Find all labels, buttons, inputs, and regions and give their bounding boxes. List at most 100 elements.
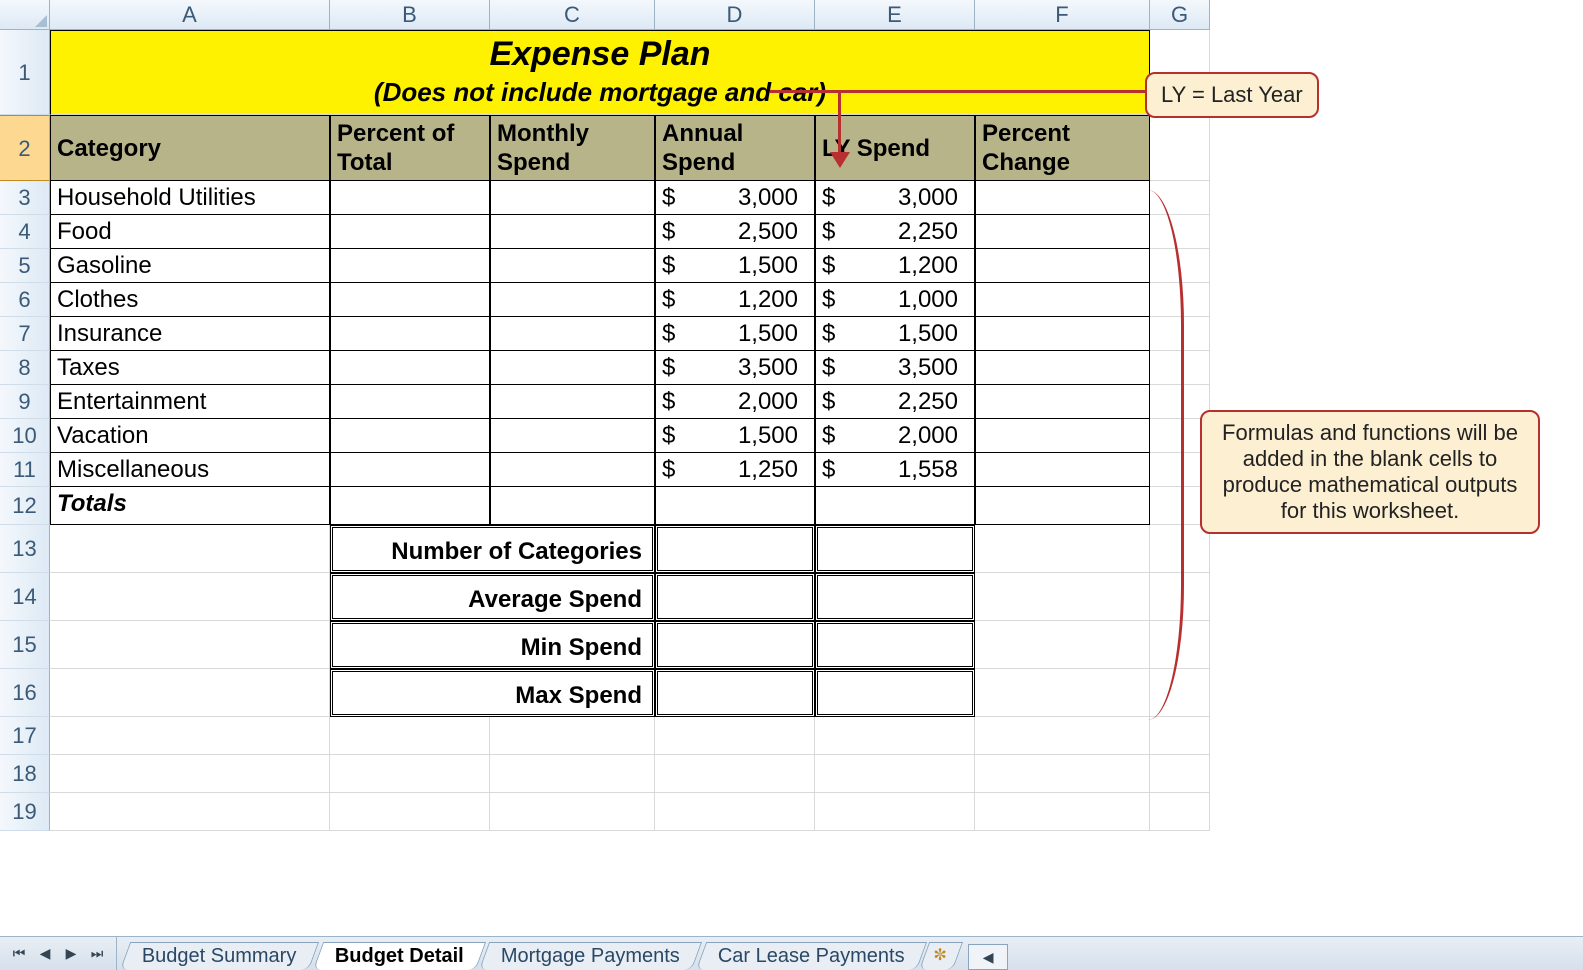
cell-D4[interactable]: $2,500 (655, 215, 815, 249)
row-header-14[interactable]: 14 (0, 573, 50, 621)
sheet-tab-mortgage-payments[interactable]: Mortgage Payments (479, 942, 702, 970)
col-header-B[interactable]: B (330, 0, 490, 30)
cell-E9[interactable]: $2,250 (815, 385, 975, 419)
cell-F6[interactable] (975, 283, 1150, 317)
cell-C17[interactable] (490, 717, 655, 755)
cell-F14[interactable] (975, 573, 1150, 621)
row-header-5[interactable]: 5 (0, 249, 50, 283)
stat-label-13[interactable]: Number of Categories (330, 525, 655, 573)
sheet-tab-budget-summary[interactable]: Budget Summary (120, 942, 319, 970)
cell-A13[interactable] (50, 525, 330, 573)
cell-B5[interactable] (330, 249, 490, 283)
cell-A14[interactable] (50, 573, 330, 621)
row-header-17[interactable]: 17 (0, 717, 50, 755)
cell-A18[interactable] (50, 755, 330, 793)
cell-A16[interactable] (50, 669, 330, 717)
row-header-11[interactable]: 11 (0, 453, 50, 487)
cell-B17[interactable] (330, 717, 490, 755)
cell-C9[interactable] (490, 385, 655, 419)
cell-D16[interactable] (655, 669, 815, 717)
row-header-4[interactable]: 4 (0, 215, 50, 249)
cell-D11[interactable]: $1,250 (655, 453, 815, 487)
cell-A7[interactable]: Insurance (50, 317, 330, 351)
tab-nav-last[interactable]: ⏭ (86, 943, 108, 965)
row-header-2[interactable]: 2 (0, 115, 50, 181)
cell-F16[interactable] (975, 669, 1150, 717)
cell-B12[interactable] (330, 487, 490, 525)
row-header-16[interactable]: 16 (0, 669, 50, 717)
cell-C3[interactable] (490, 181, 655, 215)
cell-F4[interactable] (975, 215, 1150, 249)
cell-D6[interactable]: $1,200 (655, 283, 815, 317)
select-all-corner[interactable] (0, 0, 50, 30)
new-sheet-button[interactable] (919, 942, 963, 970)
header-F[interactable]: Percent Change (975, 115, 1150, 181)
cell-F9[interactable] (975, 385, 1150, 419)
cell-C8[interactable] (490, 351, 655, 385)
cell-C18[interactable] (490, 755, 655, 793)
cell-B8[interactable] (330, 351, 490, 385)
cell-F18[interactable] (975, 755, 1150, 793)
cell-E16[interactable] (815, 669, 975, 717)
cell-E3[interactable]: $3,000 (815, 181, 975, 215)
row-header-13[interactable]: 13 (0, 525, 50, 573)
cell-F5[interactable] (975, 249, 1150, 283)
cell-C19[interactable] (490, 793, 655, 831)
row-header-12[interactable]: 12 (0, 487, 50, 525)
cell-G18[interactable] (1150, 755, 1210, 793)
cell-D7[interactable]: $1,500 (655, 317, 815, 351)
cell-E14[interactable] (815, 573, 975, 621)
cell-F10[interactable] (975, 419, 1150, 453)
col-header-G[interactable]: G (1150, 0, 1210, 30)
cell-F11[interactable] (975, 453, 1150, 487)
cell-E7[interactable]: $1,500 (815, 317, 975, 351)
stat-label-16[interactable]: Max Spend (330, 669, 655, 717)
cell-B19[interactable] (330, 793, 490, 831)
row-header-19[interactable]: 19 (0, 793, 50, 831)
header-B[interactable]: Percent of Total (330, 115, 490, 181)
col-header-A[interactable]: A (50, 0, 330, 30)
cell-F7[interactable] (975, 317, 1150, 351)
cell-D19[interactable] (655, 793, 815, 831)
cell-B10[interactable] (330, 419, 490, 453)
cell-A11[interactable]: Miscellaneous (50, 453, 330, 487)
cell-D12[interactable] (655, 487, 815, 525)
sheet-tab-car-lease-payments[interactable]: Car Lease Payments (696, 942, 927, 970)
cell-G19[interactable] (1150, 793, 1210, 831)
cell-A4[interactable]: Food (50, 215, 330, 249)
cell-E4[interactable]: $2,250 (815, 215, 975, 249)
cell-F13[interactable] (975, 525, 1150, 573)
cell-E8[interactable]: $3,500 (815, 351, 975, 385)
cell-A6[interactable]: Clothes (50, 283, 330, 317)
header-C[interactable]: Monthly Spend (490, 115, 655, 181)
cell-E18[interactable] (815, 755, 975, 793)
col-header-E[interactable]: E (815, 0, 975, 30)
tab-nav-next[interactable]: ▶ (60, 943, 82, 965)
cell-D15[interactable] (655, 621, 815, 669)
cell-E10[interactable]: $2,000 (815, 419, 975, 453)
cell-D9[interactable]: $2,000 (655, 385, 815, 419)
cell-F3[interactable] (975, 181, 1150, 215)
cell-D8[interactable]: $3,500 (655, 351, 815, 385)
cell-B11[interactable] (330, 453, 490, 487)
cell-B18[interactable] (330, 755, 490, 793)
cell-E12[interactable] (815, 487, 975, 525)
cell-A17[interactable] (50, 717, 330, 755)
row-header-15[interactable]: 15 (0, 621, 50, 669)
cell-F12[interactable] (975, 487, 1150, 525)
horizontal-scroll-left[interactable]: ◀ (968, 944, 1008, 970)
cell-F17[interactable] (975, 717, 1150, 755)
cell-F19[interactable] (975, 793, 1150, 831)
cell-E11[interactable]: $1,558 (815, 453, 975, 487)
header-A[interactable]: Category (50, 115, 330, 181)
row-header-18[interactable]: 18 (0, 755, 50, 793)
cell-E6[interactable]: $1,000 (815, 283, 975, 317)
title-cell[interactable]: Expense Plan(Does not include mortgage a… (50, 30, 1150, 115)
row-header-3[interactable]: 3 (0, 181, 50, 215)
cell-B9[interactable] (330, 385, 490, 419)
header-D[interactable]: Annual Spend (655, 115, 815, 181)
col-header-C[interactable]: C (490, 0, 655, 30)
cell-E13[interactable] (815, 525, 975, 573)
stat-label-14[interactable]: Average Spend (330, 573, 655, 621)
cell-C4[interactable] (490, 215, 655, 249)
